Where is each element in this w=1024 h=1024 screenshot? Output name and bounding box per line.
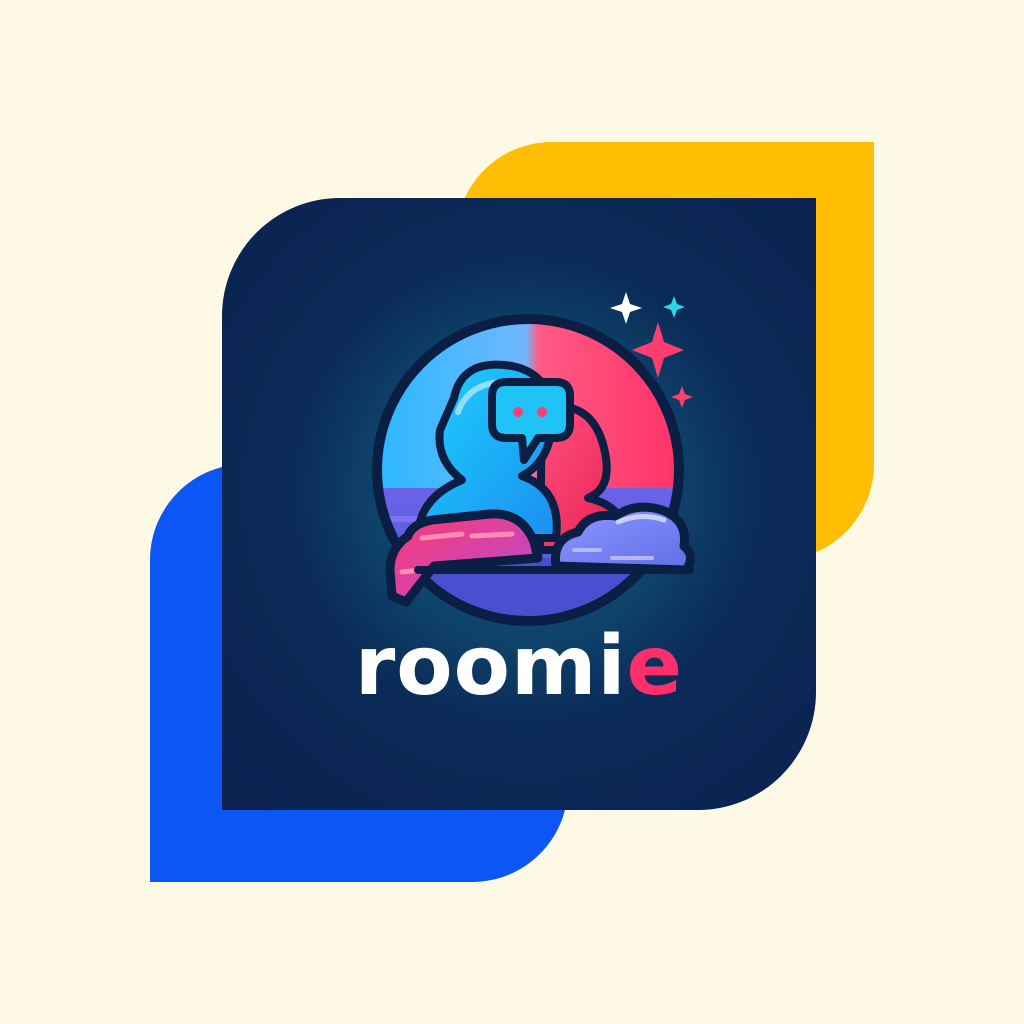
- wordmark-part-2: e: [626, 619, 684, 714]
- logo-card: roomie: [222, 198, 816, 810]
- brand-wordmark: roomie: [222, 626, 816, 708]
- logo-emblem: [292, 258, 752, 718]
- wordmark-part-1: roomi: [354, 619, 627, 714]
